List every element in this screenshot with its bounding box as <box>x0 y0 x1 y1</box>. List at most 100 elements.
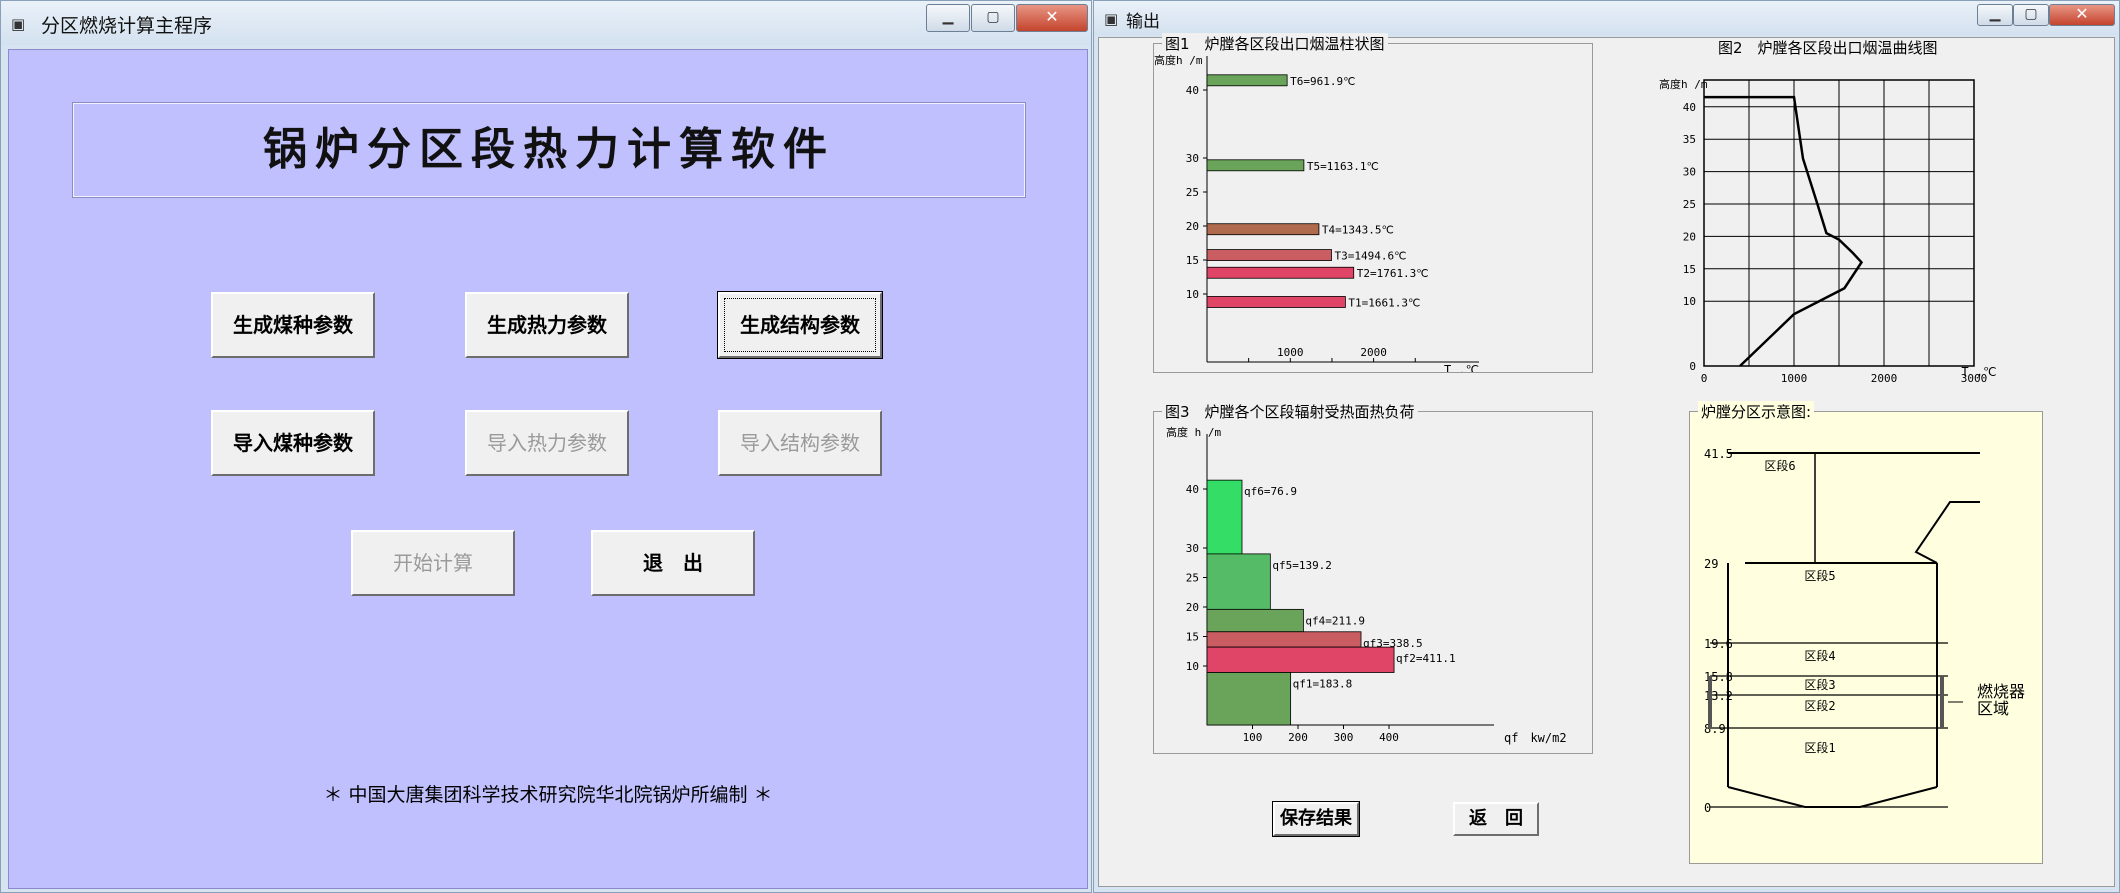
chart2-y-tick-label: 35 <box>1683 133 1696 146</box>
main-client-area: 锅炉分区段热力计算软件 生成煤种参数 生成热力参数 生成结构参数 导入煤种参数 … <box>8 49 1088 889</box>
minimize-button[interactable]: ▁ <box>926 4 970 32</box>
chart1-frame: 图1 炉膛各区段出口烟温柱状图 高度h /m T ,℃ 10 15 20 25 30 40 10… <box>1153 33 1593 377</box>
generate-structure-params-button[interactable]: 生成结构参数 <box>717 291 883 359</box>
chart3-y-tick-label: 30 <box>1186 542 1199 555</box>
chart3-y-tick-label: 25 <box>1186 572 1199 585</box>
chart3-bar <box>1206 672 1292 726</box>
chart3-bar-label: qf4=211.9 <box>1305 614 1365 627</box>
app-icon: ▣ <box>11 15 26 33</box>
level-label: 0 <box>1704 801 1711 815</box>
chart1-y-tick-label: 20 <box>1186 220 1199 233</box>
chart1-bar <box>1206 249 1332 261</box>
furnace-diagram-title: 炉膛分区示意图: <box>1698 401 1815 422</box>
level-label: 29 <box>1704 557 1718 571</box>
chart1-x-tick-label: 2000 <box>1360 346 1387 359</box>
import-structure-params-button[interactable]: 导入结构参数 <box>718 410 882 476</box>
zone-label: 区段2 <box>1804 698 1835 713</box>
zone-label: 区段6 <box>1764 458 1795 473</box>
chart3-bar-label: qf2=411.1 <box>1396 652 1456 665</box>
chart3-x-label: qf kw/m2 <box>1504 731 1567 745</box>
main-heading: 锅炉分区段热力计算软件 <box>263 124 835 175</box>
chart3-bar <box>1206 646 1395 673</box>
chart3-frame: 图3 炉膛各个区段辐射受热面热负荷 高度 h /m qf kw/m2 10 15 20 2… <box>1153 401 1593 754</box>
output-close-button[interactable]: ✕ <box>2049 4 2115 26</box>
output-titlebar[interactable]: ▣ 输出 ▁ ▢ ✕ <box>1094 1 2119 35</box>
close-button[interactable]: ✕ <box>1016 4 1088 32</box>
chart2-y-label: 高度h /m <box>1659 77 1708 91</box>
zone-label: 区段1 <box>1804 740 1835 755</box>
chart1-bar <box>1206 296 1346 308</box>
furnace-hopper <box>1727 786 1938 808</box>
heading-frame: 锅炉分区段热力计算软件 <box>72 102 1026 198</box>
zone-label: 区段5 <box>1804 568 1835 583</box>
chart3-y-tick-label: 10 <box>1186 660 1199 673</box>
chart1-bar-label: T6=961.9℃ <box>1290 75 1355 88</box>
chart1-bar <box>1206 223 1320 236</box>
furnace-diagram-frame: 炉膛分区示意图: 41.5 29 19.6 15.8 13.2 8.9 0 区段6 区段5 区段4… <box>1689 401 2043 864</box>
chart1-bar-label: T4=1343.5℃ <box>1322 224 1394 237</box>
level-label: 8.9 <box>1704 722 1726 736</box>
chart3-x-tick-label: 300 <box>1334 731 1354 744</box>
chart3-y-tick-label: 15 <box>1186 631 1199 644</box>
chart2-y-tick-label: 25 <box>1683 198 1696 211</box>
chart3-bar <box>1206 631 1362 648</box>
output-minimize-button[interactable]: ▁ <box>1977 4 2013 26</box>
output-window-controls: ▁ ▢ ✕ <box>1977 4 2117 32</box>
chart1-x-tick-label: 1000 <box>1277 346 1304 359</box>
import-thermal-params-button[interactable]: 导入热力参数 <box>465 410 629 476</box>
chart1-y-tick-label: 15 <box>1186 254 1199 267</box>
output-maximize-button[interactable]: ▢ <box>2013 4 2049 26</box>
main-titlebar[interactable]: ▣ 分区燃烧计算主程序 ▁ ▢ ✕ <box>1 1 1091 45</box>
back-button[interactable]: 返 回 <box>1453 802 1539 836</box>
chart1-bar-label: T3=1494.6℃ <box>1335 250 1407 263</box>
burner-label-2: 区域 <box>1977 699 2009 718</box>
chart3-title: 图3 炉膛各个区段辐射受热面热负荷 <box>1162 401 1418 422</box>
chart1-title: 图1 炉膛各区段出口烟温柱状图 <box>1162 33 1388 54</box>
chart2-svg: 高度h /mT ,℃0101520253035400 1000 2000 3000 <box>1659 77 1997 384</box>
chart1-bar-label: T5=1163.1℃ <box>1307 160 1379 173</box>
chart3-bar-label: qf5=139.2 <box>1272 559 1332 572</box>
generate-coal-params-button[interactable]: 生成煤种参数 <box>211 292 375 358</box>
chart3-svg: 高度 h /m qf kw/m2 10 15 20 25 30 40 qf6=76.9 qf5=1… <box>1166 425 1567 745</box>
main-window: ▣ 分区燃烧计算主程序 ▁ ▢ ✕ 锅炉分区段热力计算软件 生成煤种参数 生成热… <box>0 0 1092 893</box>
save-results-button[interactable]: 保存结果 <box>1272 801 1360 837</box>
chart1-svg: 高度h /m T ,℃ 10 15 20 25 30 40 1000 2000 T6=961.9℃ T… <box>1154 53 1479 377</box>
chart3-y-tick-label: 20 <box>1186 601 1199 614</box>
chart2-y-tick-label: 20 <box>1683 230 1696 243</box>
output-window: ▣ 输出 ▁ ▢ ✕ 图1 炉膛各区段出口烟温柱状图 高度h /m T ,℃ 10 1… <box>1093 0 2120 893</box>
credit-text: ＊ 中国大唐集团科学技术研究院华北院锅炉所编制 ＊ <box>323 784 773 806</box>
main-window-controls: ▁ ▢ ✕ <box>926 4 1091 32</box>
chart1-bar-label: T1=1661.3℃ <box>1348 296 1420 309</box>
exit-button[interactable]: 退 出 <box>591 530 755 596</box>
chart1-y-tick-label: 40 <box>1186 84 1199 97</box>
chart2-x-tick-label: 0 <box>1701 372 1708 384</box>
chart1-y-tick-label: 30 <box>1186 152 1199 165</box>
maximize-button[interactable]: ▢ <box>971 4 1015 32</box>
chart2-x-tick-label: 2000 <box>1871 372 1898 384</box>
import-coal-params-button[interactable]: 导入煤种参数 <box>211 410 375 476</box>
main-window-title: 分区燃烧计算主程序 <box>41 15 213 37</box>
chart2-x-tick-label: 1000 <box>1781 372 1808 384</box>
chart3-bar <box>1206 608 1304 633</box>
chart1-y-tick-label: 10 <box>1186 288 1199 301</box>
chart3-bar-label: qf1=183.8 <box>1293 677 1353 690</box>
chart1-y-tick-label: 25 <box>1186 186 1199 199</box>
chart1-bar <box>1206 266 1355 279</box>
chart2-y-tick-label: 30 <box>1683 166 1696 179</box>
zone-label: 区段4 <box>1804 648 1835 663</box>
output-app-icon: ▣ <box>1104 10 1119 28</box>
chart3-bar-label: qf6=76.9 <box>1244 485 1297 498</box>
start-calculation-button[interactable]: 开始计算 <box>351 530 515 596</box>
chart3-y-tick-label: 40 <box>1186 483 1199 496</box>
chart3-x-tick-label: 100 <box>1243 731 1263 744</box>
chart1-y-label: 高度h /m <box>1154 53 1203 67</box>
chart2-x-tick-label: 3000 <box>1961 372 1988 384</box>
furnace-nose <box>1914 501 1980 564</box>
output-client-area: 图1 炉膛各区段出口烟温柱状图 高度h /m T ,℃ 10 15 20 25 30 40 10… <box>1098 33 2115 887</box>
chart3-bar <box>1206 553 1271 610</box>
chart1-bar <box>1206 74 1288 87</box>
chart2-y-tick-label: 10 <box>1683 295 1696 308</box>
generate-thermal-params-button[interactable]: 生成热力参数 <box>465 292 629 358</box>
furnace-diagram-svg: 41.52919.615.813.28.90区段6区段5区段4区段3区段2区段1… <box>1704 447 2025 815</box>
output-window-title: 输出 <box>1126 12 1160 32</box>
